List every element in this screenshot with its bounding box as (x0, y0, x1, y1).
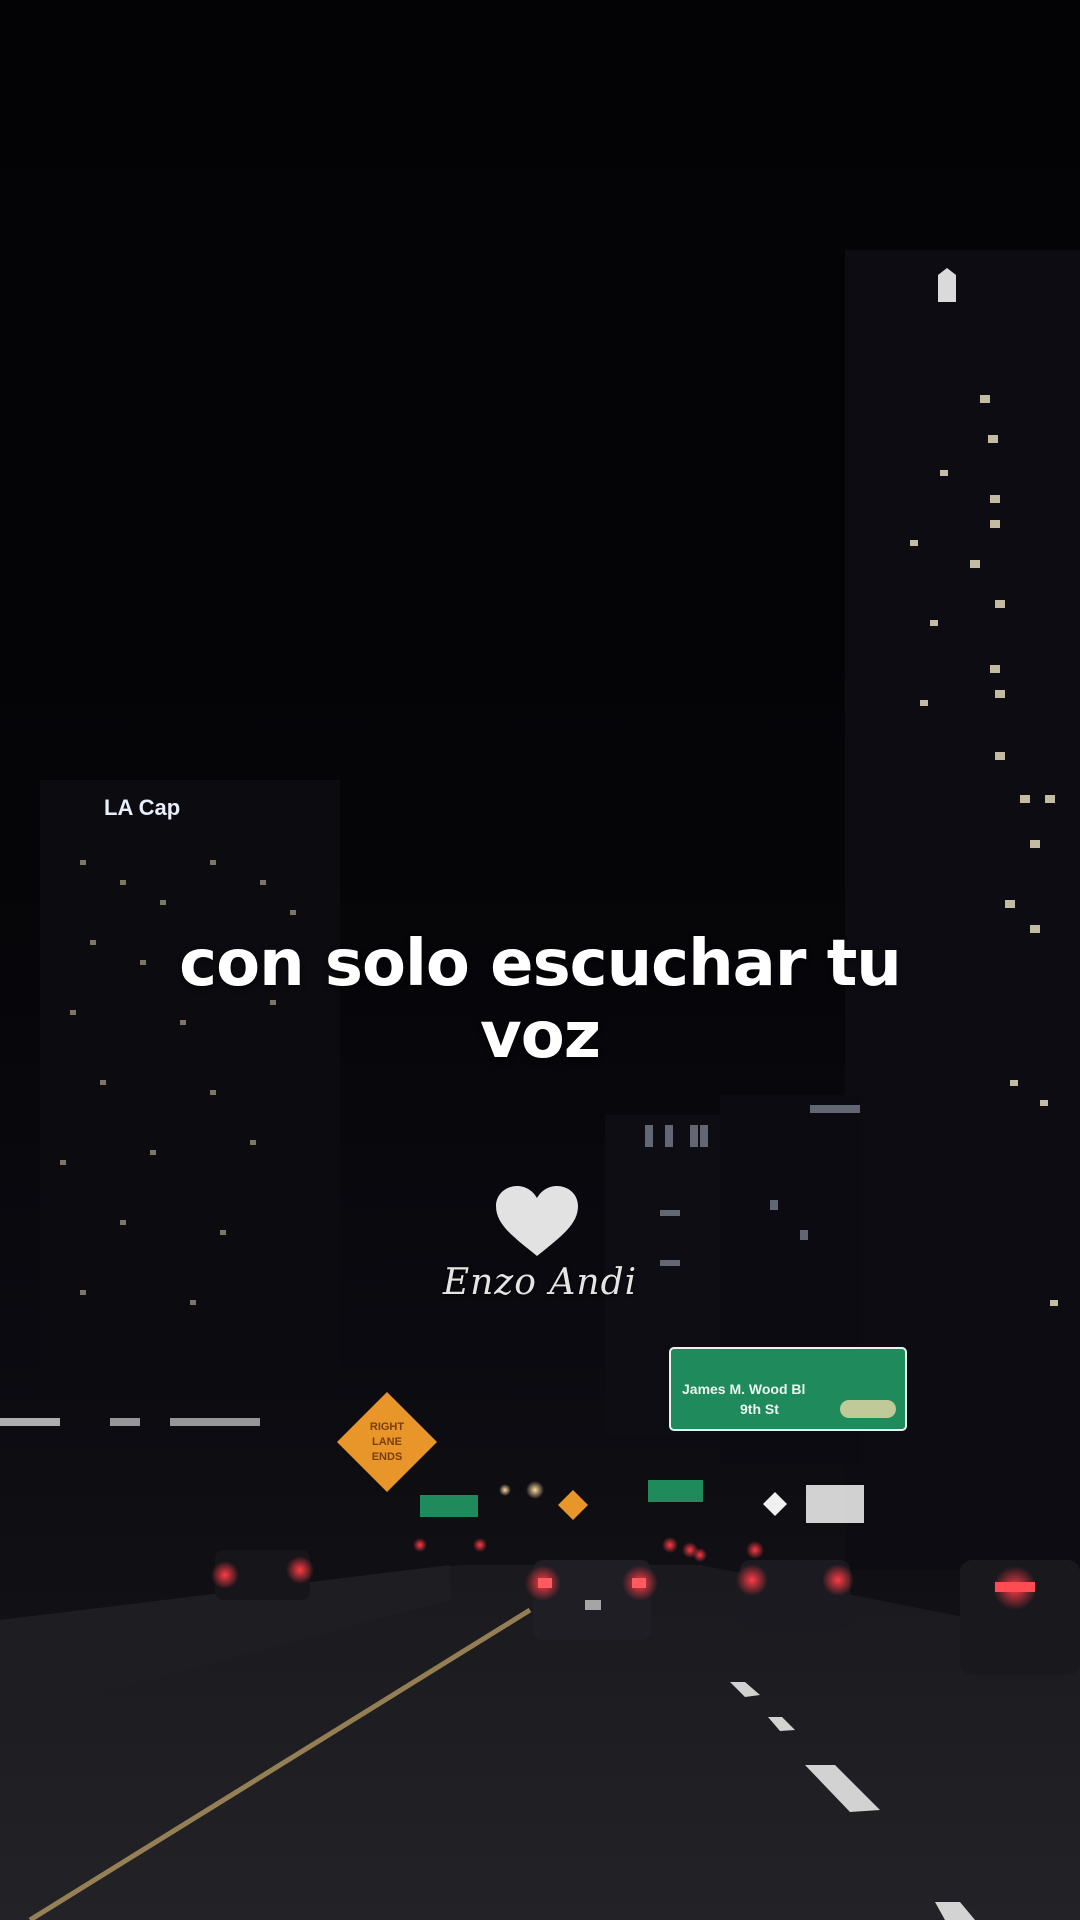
heart-icon (496, 1186, 578, 1256)
lyric-caption: con solo escuchar tu voz (140, 928, 940, 1072)
small-green-sign (420, 1495, 478, 1517)
signature-watermark: Enzo Andi (442, 1262, 638, 1303)
small-warning-sign (763, 1492, 787, 1516)
small-green-sign (648, 1480, 703, 1502)
small-warning-sign (558, 1490, 588, 1520)
building-sign: LA Cap (104, 795, 180, 820)
warning-sign: RIGHT LANE ENDS (337, 1392, 437, 1492)
highway-sign-line-2: 9th St (740, 1401, 779, 1417)
lit-billboard (806, 1485, 864, 1523)
warning-sign-line-2: LANE (372, 1436, 402, 1448)
warning-sign-line-3: ENDS (372, 1451, 403, 1463)
tower-logo-mark (938, 268, 956, 302)
highway-sign: James M. Wood Bl 9th St (669, 1347, 907, 1431)
car-ahead (525, 1560, 658, 1640)
car-opposite (211, 1550, 314, 1600)
highway-sign-line-1: James M. Wood Bl (682, 1381, 805, 1397)
distant-tail-lights (413, 1537, 764, 1562)
car-far-right (960, 1560, 1080, 1675)
lyric-line-2: voz (480, 999, 601, 1073)
video-frame: LA Cap James M. Wood Bl 9th St RIGHT LAN… (0, 0, 1080, 1920)
highway-glow (0, 1418, 544, 1499)
car-right-lane (736, 1560, 854, 1630)
left-tower (40, 780, 340, 1400)
lyric-line-1: con solo escuchar tu (179, 927, 902, 1001)
warning-sign-line-1: RIGHT (370, 1421, 405, 1433)
